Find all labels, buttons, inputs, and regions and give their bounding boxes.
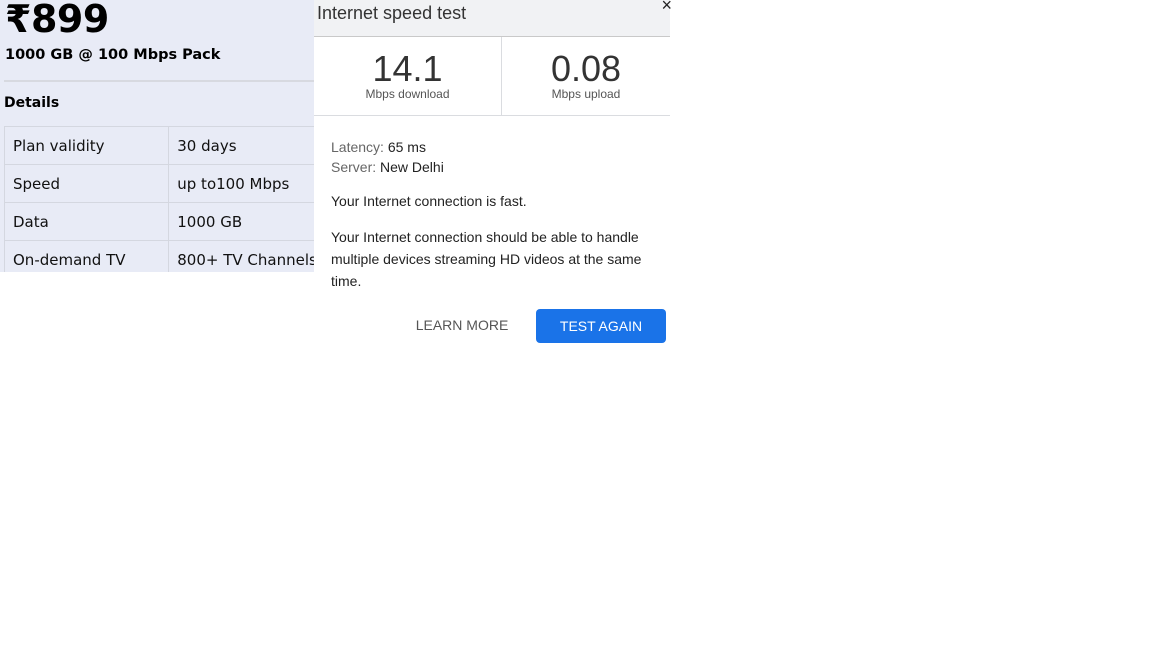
speed-metrics: 14.1 Mbps download 0.08 Mbps upload [314,37,670,116]
detail-key: On-demand TV [3,240,170,272]
latency-label: Latency: [331,139,384,155]
details-table: Plan validity 30 days Speed up to100 Mbp… [3,126,314,272]
detail-value: 1000 GB [168,202,314,241]
upload-metric: 0.08 Mbps upload [502,37,670,115]
table-row: Speed up to100 Mbps [3,164,314,203]
latency-row: Latency: 65 ms [331,137,661,157]
pack-name: 1000 GB @ 100 Mbps Pack [5,47,221,63]
plan-panel: ₹899 1000 GB @ 100 Mbps Pack Details Pla… [0,0,314,272]
detail-key: Data [3,202,170,241]
details-heading: Details [4,95,60,111]
connection-info: Latency: 65 ms Server: New Delhi [331,137,661,177]
test-again-button[interactable]: TEST AGAIN [536,309,666,343]
card-title: Internet speed test [317,3,467,23]
card-header: Internet speed test × [314,0,672,37]
detail-value: 30 days [168,126,314,165]
detail-value: 800+ TV Channels [168,240,314,272]
divider [4,80,314,82]
table-row: Plan validity 30 days [3,126,314,165]
learn-more-button[interactable]: LEARN MORE [406,317,518,337]
table-row: Data 1000 GB [3,202,314,241]
close-icon[interactable]: × [661,0,672,14]
detail-key: Plan validity [3,126,170,165]
server-row: Server: New Delhi [331,157,661,177]
download-value: 14.1 [372,48,443,89]
status-text: Your Internet connection is fast. [331,193,527,209]
server-value: New Delhi [380,159,444,175]
description-text: Your Internet connection should be able … [331,229,642,289]
speed-test-card: Internet speed test × 14.1 Mbps download… [314,0,672,360]
plan-price: ₹899 [5,0,109,41]
table-row: On-demand TV 800+ TV Channels [3,240,314,272]
latency-value: 65 ms [387,139,426,155]
download-unit: Mbps download [365,87,450,101]
upload-unit: Mbps upload [551,87,621,101]
download-metric: 14.1 Mbps download [314,37,502,115]
upload-value: 0.08 [550,48,622,89]
server-label: Server: [331,159,377,175]
detail-value: up to100 Mbps [168,164,314,203]
detail-key: Speed [3,164,170,203]
